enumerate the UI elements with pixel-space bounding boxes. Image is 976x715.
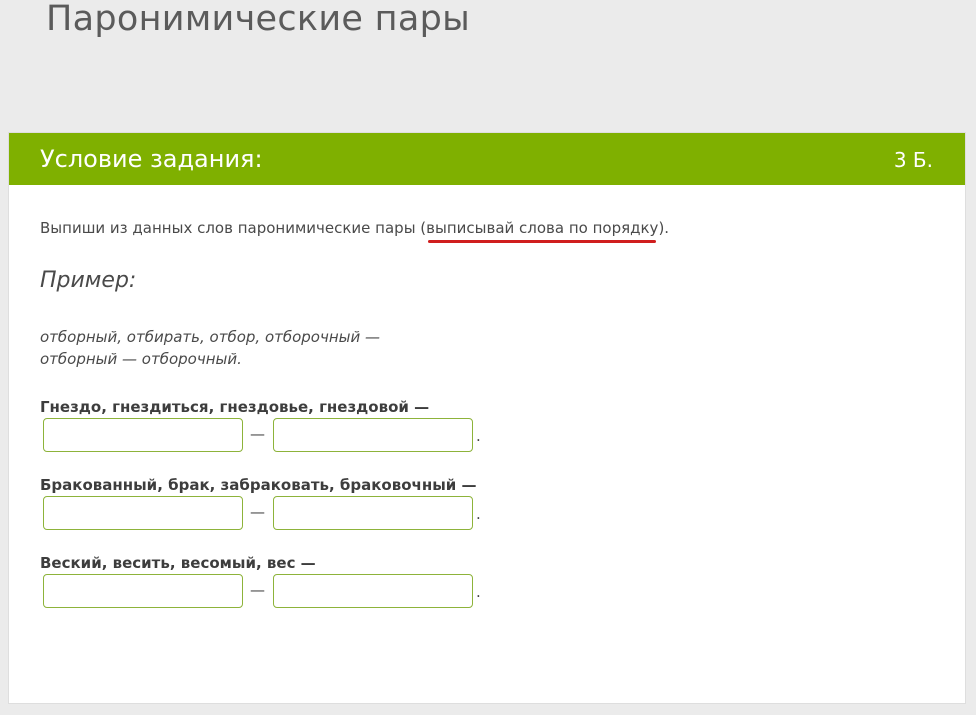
answer-field-2[interactable] (273, 574, 473, 608)
instruction-text-before: Выпиши из данных слов паронимические пар… (40, 219, 427, 237)
points-badge: 3 Б. (893, 148, 933, 172)
answer-row: — . (40, 418, 640, 454)
dash-separator: — (250, 425, 265, 443)
task-item-3: Веский, весить, весомый, вес — — . (40, 553, 640, 610)
answer-field-2[interactable] (273, 418, 473, 452)
dash-separator: — (250, 581, 265, 599)
task-item-1: Гнездо, гнездиться, гнездовье, гнездовой… (40, 397, 640, 454)
period-mark: . (476, 505, 481, 523)
example-heading: Пример: (40, 268, 137, 293)
period-mark: . (476, 583, 481, 601)
example-line-answer: отборный — отборочный. (40, 350, 242, 368)
answer-field-1[interactable] (43, 418, 243, 452)
dash-separator: — (250, 503, 265, 521)
task-prompt: Гнездо, гнездиться, гнездовье, гнездовой… (40, 398, 430, 416)
task-instruction: Выпиши из данных слов паронимические пар… (40, 218, 670, 243)
answer-row: — . (40, 496, 640, 532)
example-line-words: отборный, отбирать, отбор, отборочный — (40, 328, 381, 346)
period-mark: . (476, 427, 481, 445)
task-prompt: Бракованный, брак, забраковать, браковоч… (40, 476, 477, 494)
instruction-text-after: ). (658, 219, 670, 237)
task-card: Условие задания: 3 Б. Выпиши из данных с… (8, 132, 966, 704)
answer-field-1[interactable] (43, 496, 243, 530)
answer-row: — . (40, 574, 640, 610)
page-title: Паронимические пары (46, 0, 471, 39)
task-card-header: Условие задания: 3 Б. (9, 133, 965, 185)
answer-field-2[interactable] (273, 496, 473, 530)
task-prompt: Веский, весить, весомый, вес — (40, 554, 316, 572)
task-item-2: Бракованный, брак, забраковать, браковоч… (40, 475, 640, 532)
answer-field-1[interactable] (43, 574, 243, 608)
example-block: отборный, отбирать, отбор, отборочный — … (40, 326, 380, 370)
task-condition-title: Условие задания: (40, 145, 263, 173)
instruction-underlined-text: выписывай слова по порядку (426, 219, 659, 243)
